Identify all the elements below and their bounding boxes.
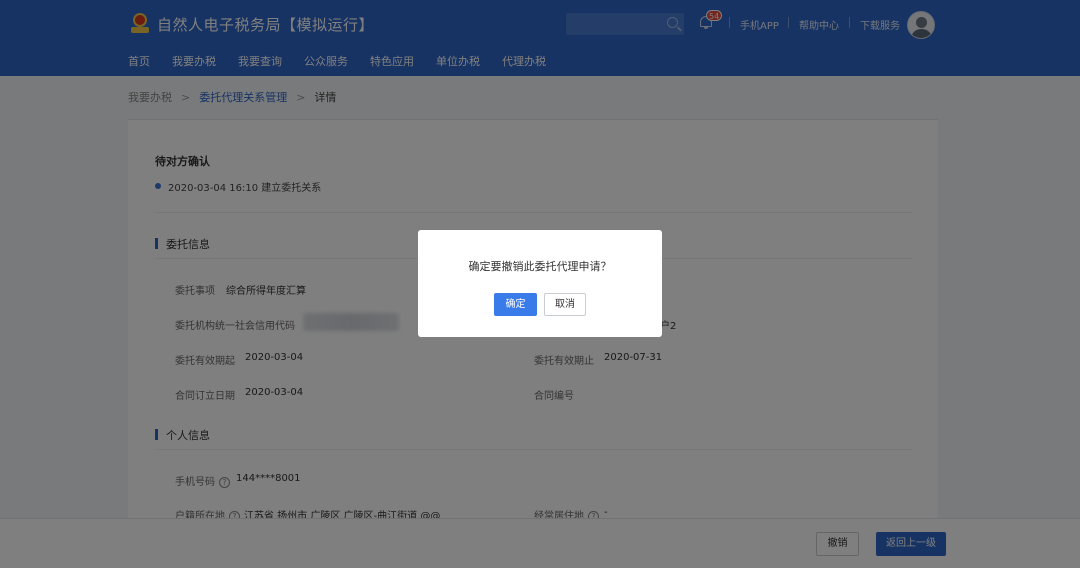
confirm-dialog: 确定要撤销此委托代理申请？ 确定 取消 (418, 230, 662, 337)
cancel-button[interactable]: 取消 (544, 293, 586, 316)
dialog-message: 确定要撤销此委托代理申请？ (468, 260, 612, 273)
confirm-button[interactable]: 确定 (494, 293, 537, 316)
